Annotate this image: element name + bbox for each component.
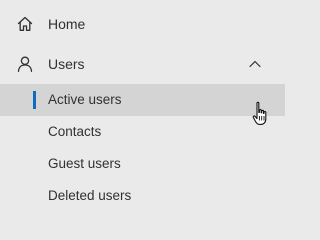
selected-indicator [33, 91, 36, 109]
nav-item-users[interactable]: Users [0, 48, 285, 80]
sidebar-item-active-users[interactable]: Active users [0, 84, 285, 116]
sidebar-item-deleted-users-label: Deleted users [48, 188, 132, 203]
nav-item-home[interactable]: Home [0, 8, 285, 40]
nav-item-home-label: Home [48, 16, 86, 32]
sidebar-item-contacts-label: Contacts [48, 124, 102, 139]
sidebar-item-active-users-label: Active users [48, 92, 122, 107]
home-icon [16, 15, 34, 33]
sidebar-item-deleted-users[interactable]: Deleted users [0, 180, 285, 212]
sidebar-item-guest-users-label: Guest users [48, 156, 121, 171]
sidebar-item-guest-users[interactable]: Guest users [0, 148, 285, 180]
sidebar-item-contacts[interactable]: Contacts [0, 116, 285, 148]
hand-pointer-cursor-icon [251, 100, 271, 128]
user-icon [16, 55, 34, 73]
admin-navigation: Home Users Active users Contacts Guest u… [0, 0, 285, 217]
nav-item-users-label: Users [48, 56, 85, 72]
chevron-up-icon[interactable] [248, 57, 262, 71]
